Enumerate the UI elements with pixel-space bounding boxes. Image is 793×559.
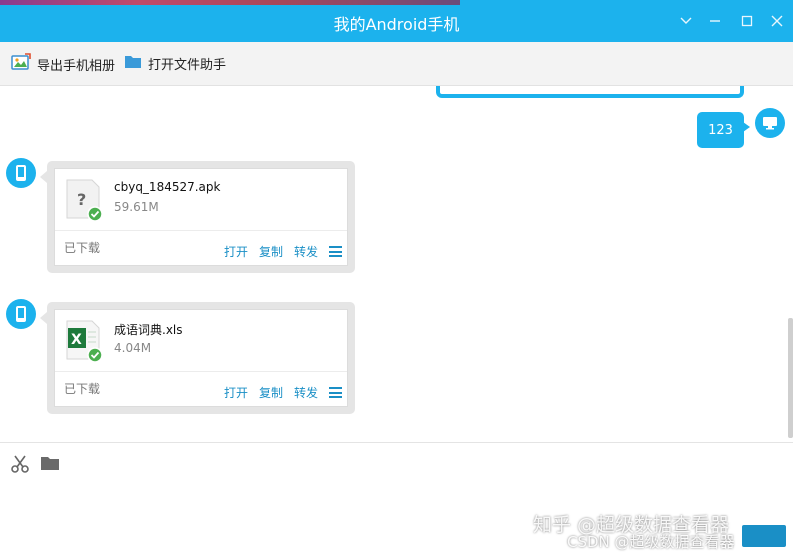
export-album-label: 导出手机相册 <box>37 58 116 74</box>
menu-icon[interactable] <box>329 246 343 257</box>
forward-file-link[interactable]: 转发 <box>294 243 318 260</box>
file-message-card[interactable]: X 成语词典.xls 4.04M 已下载 打开 复制 转发 <box>40 302 355 414</box>
file-card-body: X 成语词典.xls 4.04M 已下载 打开 复制 转发 <box>54 309 348 407</box>
divider <box>55 230 347 231</box>
chevron-down-icon[interactable] <box>677 12 695 30</box>
open-file-link[interactable]: 打开 <box>224 384 248 401</box>
download-status: 已下载 <box>64 382 101 396</box>
copy-file-link[interactable]: 复制 <box>259 384 283 401</box>
forward-file-link[interactable]: 转发 <box>294 384 318 401</box>
computer-avatar-icon <box>755 108 785 138</box>
toolbar: 导出手机相册 打开文件助手 <box>0 42 793 86</box>
window-title: 我的Android手机 <box>333 15 460 34</box>
close-icon[interactable] <box>768 12 786 30</box>
chat-area[interactable]: 123 ? cbyq_184527.apk 59.61M 已下载 打开 复制 转… <box>0 86 793 442</box>
chat-scrollbar-thumb[interactable] <box>788 318 793 438</box>
minimize-icon[interactable] <box>706 12 724 30</box>
phone-avatar-icon <box>6 158 36 188</box>
file-name: cbyq_184527.apk <box>114 180 221 194</box>
title-bar[interactable]: 我的Android手机 <box>0 0 793 42</box>
svg-text:?: ? <box>77 190 86 209</box>
file-actions: 打开 复制 转发 <box>224 384 343 401</box>
open-file-link[interactable]: 打开 <box>224 243 248 260</box>
phone-avatar-icon <box>6 299 36 329</box>
scissors-icon[interactable] <box>10 454 30 478</box>
file-size: 4.04M <box>114 341 152 355</box>
file-name: 成语词典.xls <box>114 323 183 337</box>
export-album-button[interactable]: 导出手机相册 <box>11 53 115 75</box>
app-window: 我的Android手机 导出手机相册 打开文件助手 123 ? cbyq_184… <box>0 0 793 559</box>
send-button[interactable] <box>742 525 786 547</box>
photo-export-icon <box>11 53 31 75</box>
folder-icon <box>124 53 142 73</box>
folder-icon[interactable] <box>40 454 60 476</box>
open-file-assistant-label: 打开文件助手 <box>148 57 227 73</box>
open-file-assistant-button[interactable]: 打开文件助手 <box>124 53 226 73</box>
file-size: 59.61M <box>114 200 159 214</box>
csdn-watermark: CSDN @超级数据查看器 <box>567 533 735 551</box>
divider <box>55 371 347 372</box>
title-bar-decoration <box>0 0 460 5</box>
file-actions: 打开 复制 转发 <box>224 243 343 260</box>
unknown-file-icon: ? <box>66 179 103 222</box>
svg-text:X: X <box>71 332 82 348</box>
file-message-card[interactable]: ? cbyq_184527.apk 59.61M 已下载 打开 复制 转发 <box>40 161 355 273</box>
download-status: 已下载 <box>64 241 101 255</box>
menu-icon[interactable] <box>329 387 343 398</box>
maximize-icon[interactable] <box>738 12 756 30</box>
copy-file-link[interactable]: 复制 <box>259 243 283 260</box>
previous-message-card <box>436 86 744 98</box>
excel-file-icon: X <box>66 320 103 363</box>
file-card-body: ? cbyq_184527.apk 59.61M 已下载 打开 复制 转发 <box>54 168 348 266</box>
my-message-bubble[interactable]: 123 <box>697 112 750 148</box>
my-message-text: 123 <box>708 122 733 138</box>
